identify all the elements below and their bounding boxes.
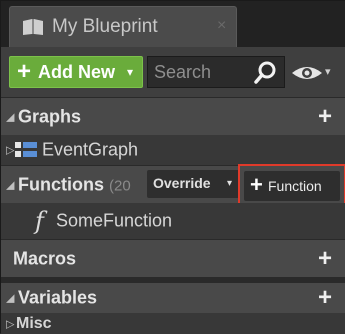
function-icon: f (35, 207, 44, 235)
search-icon[interactable] (254, 60, 278, 84)
category-label-graphs: Graphs (18, 106, 82, 126)
collapsed-triangle-icon: ▷ (6, 318, 15, 330)
somefunction-label: SomeFunction (56, 210, 173, 231)
tab-my-blueprint[interactable]: My Blueprint × (9, 6, 237, 47)
tab-title: My Blueprint (52, 16, 158, 37)
close-icon[interactable]: × (217, 17, 226, 35)
plus-icon: + (17, 58, 32, 85)
expanded-triangle-icon: ◢ (6, 179, 15, 191)
tab-strip: My Blueprint × (1, 1, 345, 47)
override-label: Override (153, 175, 211, 191)
misc-label: Misc (16, 314, 52, 332)
add-new-label: Add New (38, 62, 116, 82)
override-dropdown[interactable]: Override ▾ (147, 170, 240, 198)
add-macro-button[interactable]: + (318, 246, 332, 271)
list-item-misc[interactable]: ▷ Misc (1, 313, 345, 334)
chevron-down-icon: ▾ (127, 65, 134, 79)
eye-icon[interactable] (291, 64, 323, 82)
toolbar: + Add New ▾ ▾ (1, 47, 345, 97)
collapsed-triangle-icon: ▷ (6, 144, 15, 157)
blueprint-book-icon (23, 19, 43, 35)
category-label-variables: Variables (18, 287, 98, 308)
list-item-eventgraph[interactable]: ▷ EventGraph (1, 135, 345, 165)
category-variables[interactable]: ◢ Variables + (1, 277, 345, 313)
category-graphs[interactable]: ◢ Graphs + (1, 97, 345, 135)
list-item-somefunction[interactable]: f SomeFunction (1, 203, 345, 239)
my-blueprint-panel: My Blueprint × + Add New ▾ ▾ ◢ Graphs + … (0, 0, 345, 334)
eventgraph-label: EventGraph (42, 139, 139, 160)
expanded-triangle-icon: ◢ (6, 111, 15, 123)
event-graph-icon (15, 142, 37, 157)
add-new-button[interactable]: + Add New ▾ (9, 56, 143, 88)
add-variable-button[interactable]: + (318, 286, 332, 310)
category-label-functions: Functions (20 (18, 174, 131, 194)
category-label-macros: Macros (13, 248, 77, 268)
category-macros[interactable]: Macros + (1, 239, 345, 277)
expanded-triangle-icon: ◢ (6, 292, 15, 305)
view-options-chevron-icon[interactable]: ▾ (325, 65, 331, 78)
functions-count: (20 (109, 177, 131, 194)
chevron-down-icon: ▾ (227, 178, 233, 189)
add-graph-button[interactable]: + (318, 104, 332, 129)
